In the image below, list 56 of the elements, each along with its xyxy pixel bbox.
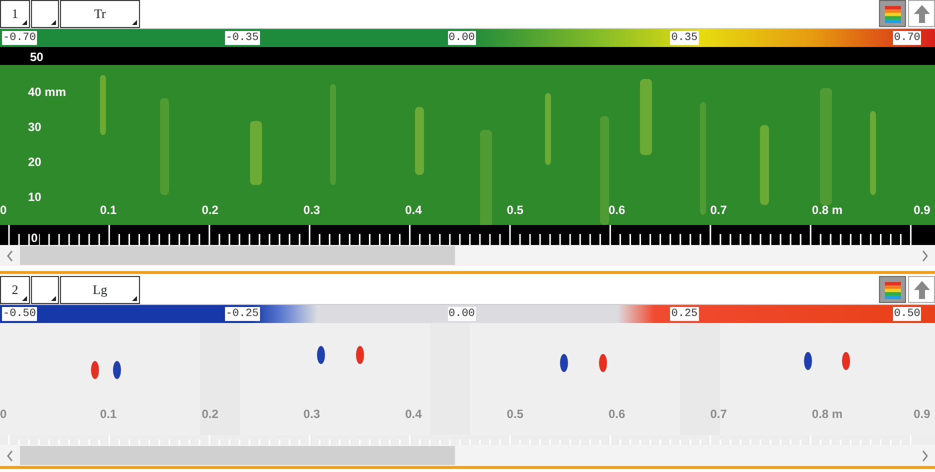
palette-button[interactable] [879, 0, 906, 27]
axis-label: 0.2 [202, 407, 218, 421]
axis-label: 0.9 [914, 203, 930, 217]
dropdown-selector[interactable]: 2 [0, 276, 30, 304]
chevron-right-icon [921, 450, 929, 462]
scrollbar-thumb[interactable] [20, 246, 455, 265]
axis-label: 0.4 [405, 407, 422, 421]
axis-label: 0.8 m [812, 203, 843, 217]
axis-label: 0.7 [710, 203, 727, 217]
scale-label: -0.35 [224, 31, 260, 45]
axis-label: 40 mm [28, 85, 66, 99]
axis-label: 0.7 [710, 407, 727, 421]
palette-icon [882, 280, 902, 300]
scale-label: -0.50 [2, 307, 38, 321]
axis-label: 20 [28, 155, 42, 169]
scale-label: -0.70 [2, 31, 38, 45]
scale-label: -0.25 [224, 307, 260, 321]
scale-label: 0.35 [670, 31, 699, 45]
axis-label: 0 [0, 407, 7, 421]
palette-icon [882, 4, 902, 24]
axis-label: 0.6 [608, 407, 626, 421]
axis-label: 10 [28, 190, 42, 204]
dropdown-selector[interactable]: Tr [60, 0, 140, 28]
dropdown-selector[interactable]: 1 [0, 0, 30, 28]
scale-label: 0.50 [893, 307, 922, 321]
axis-label: 0.9 [914, 407, 930, 421]
axis-label: 0.1 [100, 407, 117, 421]
dropdown-selector[interactable] [31, 276, 59, 304]
axis-label: 0.5 [506, 203, 524, 217]
axis-label: 0.5 [506, 407, 524, 421]
axis-label: 0.4 [405, 203, 422, 217]
up-arrow-icon [912, 4, 932, 24]
up-arrow-icon [912, 280, 932, 300]
scrollbar-thumb[interactable] [20, 446, 455, 465]
axis-label: 0 [0, 203, 7, 217]
chevron-right-icon [921, 250, 929, 262]
axis-label: 0 [30, 231, 39, 245]
axis-label: 0.3 [303, 203, 320, 217]
axis-label: 30 [28, 120, 42, 134]
dropdown-selector[interactable]: Lg [60, 276, 140, 304]
axis-label: 0.2 [202, 203, 218, 217]
dropdown-selector[interactable] [31, 0, 59, 28]
palette-button[interactable] [879, 276, 906, 303]
scale-label: 0.25 [670, 307, 699, 321]
axis-label: 0.6 [608, 203, 626, 217]
chevron-left-icon [6, 450, 14, 462]
scale-label: 0.00 [448, 307, 476, 321]
axis-label: 0.1 [100, 203, 117, 217]
scale-label: 0.70 [893, 31, 922, 45]
up-arrow-button[interactable] [908, 0, 935, 27]
chevron-left-icon [6, 250, 14, 262]
scale-label: 0.00 [448, 31, 476, 45]
axis-label: 0.8 m [812, 407, 843, 421]
up-arrow-button[interactable] [908, 276, 935, 303]
axis-label: 0.3 [303, 407, 320, 421]
axis-label: 50 [30, 50, 44, 64]
